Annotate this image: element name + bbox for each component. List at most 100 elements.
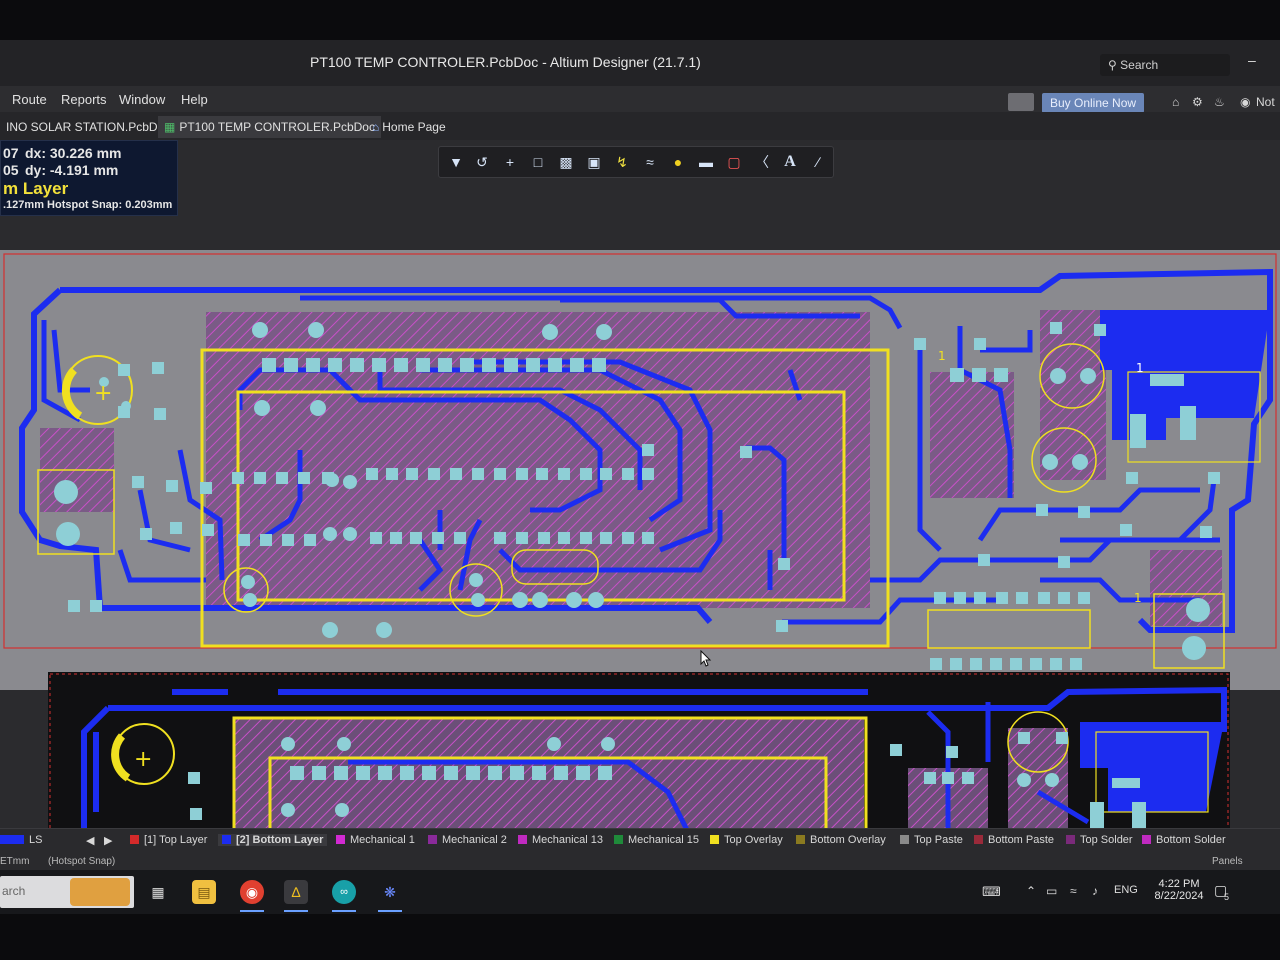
layer-color-swatch: [900, 835, 909, 844]
designator-label: 1: [1134, 591, 1142, 605]
layer-color-swatch: [0, 835, 24, 844]
gear-icon[interactable]: ⚙: [1192, 95, 1203, 109]
account-label[interactable]: Not: [1256, 95, 1275, 109]
diff-pair-icon[interactable]: ≈: [639, 151, 661, 173]
fill-icon[interactable]: ▬: [695, 151, 717, 173]
tab-pt100-temp-controler[interactable]: ▦ PT100 TEMP CONTROLER.PcbDoc: [158, 116, 381, 138]
wifi-icon[interactable]: ≈: [1070, 884, 1077, 898]
align-icon[interactable]: ▩: [555, 151, 577, 173]
minimize-button[interactable]: –: [1248, 52, 1256, 68]
layer-tab-top-solder[interactable]: Top Solder: [1066, 834, 1133, 846]
layer-color-swatch: [710, 835, 719, 844]
app-icon[interactable]: ❋: [378, 880, 402, 904]
add-icon[interactable]: +: [499, 151, 521, 173]
interactive-route-icon[interactable]: ↯: [611, 151, 633, 173]
layer-label: Mechanical 1: [350, 834, 415, 846]
search-highlight-icon: [70, 878, 130, 906]
language-indicator[interactable]: ENG: [1114, 884, 1138, 896]
designator-label: 1: [1136, 361, 1144, 375]
chrome-icon[interactable]: ◉: [240, 880, 264, 904]
component-icon[interactable]: ▣: [583, 151, 605, 173]
polygon-icon[interactable]: ▢: [723, 151, 745, 173]
layer-scroll-right-icon[interactable]: ▶: [104, 834, 112, 847]
tab-solar-station[interactable]: INO SOLAR STATION.PcbDoc: [0, 116, 176, 138]
bell-icon[interactable]: ♨: [1214, 95, 1225, 109]
file-explorer-icon[interactable]: ▤: [192, 880, 216, 904]
document-tabs: INO SOLAR STATION.PcbDoc ▦ PT100 TEMP CON…: [0, 112, 1280, 140]
layer-tab-top-overlay[interactable]: Top Overlay: [710, 834, 783, 846]
menu-window[interactable]: Window: [119, 92, 165, 107]
chevron-up-icon[interactable]: ⌃: [1026, 884, 1036, 898]
taskbar-search-box[interactable]: arch: [0, 876, 134, 908]
copper-pour: [1150, 550, 1222, 626]
clock-time: 4:22 PM: [1158, 878, 1200, 890]
chat-icon[interactable]: [1008, 93, 1034, 111]
layer-tab-top-layer[interactable]: [1] Top Layer: [130, 834, 207, 846]
task-view-icon[interactable]: ▦: [146, 880, 170, 904]
menu-help[interactable]: Help: [181, 92, 208, 107]
layer-tab-mechanical-2[interactable]: Mechanical 2: [428, 834, 507, 846]
filter-icon[interactable]: ▼: [445, 151, 467, 173]
volume-icon[interactable]: ♪: [1092, 884, 1098, 898]
buy-online-button[interactable]: Buy Online Now: [1042, 93, 1145, 113]
layer-tab-bottom-overlay[interactable]: Bottom Overlay: [796, 834, 886, 846]
keyboard-icon[interactable]: ⌨: [982, 884, 1001, 900]
line-icon[interactable]: ∕: [807, 151, 829, 173]
via-icon[interactable]: ●: [667, 151, 689, 173]
layer-color-swatch: [130, 835, 139, 844]
current-layer-selector[interactable]: LS: [0, 834, 88, 846]
user-icon[interactable]: ◉: [1240, 95, 1250, 109]
layer-color-swatch: [1066, 835, 1075, 844]
taskbar-search-label: arch: [2, 884, 26, 898]
layer-label: Top Paste: [914, 834, 963, 846]
search-box[interactable]: ⚲ Search: [1100, 54, 1230, 76]
clock-date: 8/22/2024: [1154, 890, 1204, 902]
layer-tab-mechanical-15[interactable]: Mechanical 15: [614, 834, 699, 846]
menu-reports[interactable]: Reports: [61, 92, 107, 107]
active-app-indicator: [240, 910, 264, 912]
dimension-icon[interactable]: 〈: [751, 151, 773, 173]
altium-icon[interactable]: ∆: [284, 880, 308, 904]
current-layer-label: LS: [29, 834, 43, 846]
layer-color-swatch: [614, 835, 623, 844]
layer-tab-mechanical-13[interactable]: Mechanical 13: [518, 834, 603, 846]
designator-label: +: [134, 747, 152, 772]
layer-tab-bottom-paste[interactable]: Bottom Paste: [974, 834, 1054, 846]
tab-label: PT100 TEMP CONTROLER.PcbDoc: [179, 120, 375, 134]
search-label: Search: [1120, 58, 1159, 72]
layer-tab-bottom-layer[interactable]: [2] Bottom Layer: [218, 834, 328, 846]
menu-bar: Route Reports Window Help Buy Online Now…: [0, 86, 1280, 113]
layer-label: Bottom Paste: [988, 834, 1055, 846]
tab-home-page[interactable]: ⌂ Home Page: [366, 116, 452, 138]
layer-scroll-left-icon[interactable]: ◀: [86, 834, 94, 847]
layer-color-swatch: [518, 835, 527, 844]
layer-label: Bottom Overlay: [810, 834, 886, 846]
status-units: ETmm: [0, 856, 30, 867]
layer-label: [1] Top Layer: [144, 834, 208, 846]
select-rect-icon[interactable]: □: [527, 151, 549, 173]
monitor-screen: PT100 TEMP CONTROLER.PcbDoc - Altium Des…: [0, 40, 1280, 910]
designator-label: +: [94, 381, 112, 406]
layer-tab-bottom-solder[interactable]: Bottom Solder: [1142, 834, 1226, 846]
system-clock[interactable]: 4:22 PM 8/22/2024: [1148, 878, 1210, 902]
panels-button[interactable]: Panels: [1212, 856, 1243, 867]
copper-pour: [714, 718, 864, 832]
arduino-icon[interactable]: ∞: [332, 880, 356, 904]
heads-up-info-panel: 07 dx: 30.226 mm 05 dy: -4.191 mm m Laye…: [0, 140, 178, 216]
pcb-canvas[interactable]: + 1 1 1: [0, 250, 1280, 690]
layer-tab-mechanical-1[interactable]: Mechanical 1: [336, 834, 415, 846]
battery-icon[interactable]: ▭: [1046, 884, 1057, 898]
layer-label: Mechanical 13: [532, 834, 603, 846]
info-prefix-1: 07: [3, 145, 19, 161]
layer-label: Mechanical 2: [442, 834, 507, 846]
menu-route[interactable]: Route: [12, 92, 47, 107]
info-layer: m Layer: [3, 179, 69, 198]
home-icon[interactable]: ⌂: [1172, 95, 1179, 109]
layer-color-swatch: [974, 835, 983, 844]
windows-taskbar: arch ▦ ▤ ◉ ∆ ∞ ❋ ⌨ ⌃ ▭ ≈ ♪ ENG 4:22 PM 8…: [0, 870, 1280, 914]
route-icon[interactable]: ↺: [471, 151, 493, 173]
layer-tab-top-paste[interactable]: Top Paste: [900, 834, 963, 846]
text-icon[interactable]: A: [779, 151, 801, 173]
layer-label: Bottom Solder: [1156, 834, 1226, 846]
pcb-bottom-view[interactable]: +: [48, 672, 1230, 832]
